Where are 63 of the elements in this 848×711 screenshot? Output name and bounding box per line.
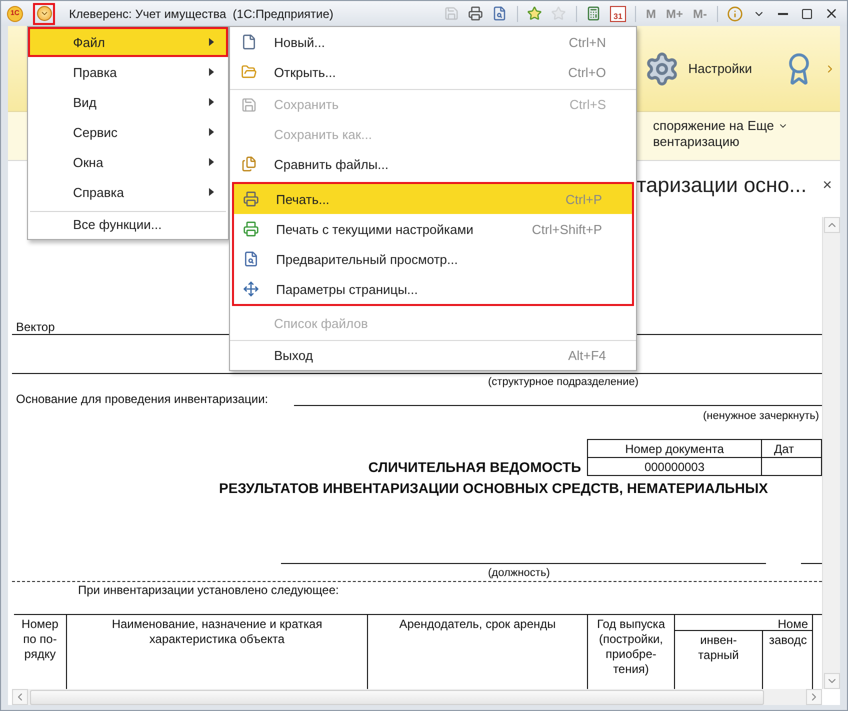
document-title: СЛИЧИТЕЛЬНАЯ ВЕДОМОСТЬ (367, 459, 581, 476)
menu-item[interactable]: Параметры страницы... (234, 274, 632, 304)
submenu-arrow-icon (209, 98, 214, 106)
submenu-arrow-icon (209, 188, 214, 196)
main-menu-button[interactable] (33, 2, 55, 24)
submenu-arrow-icon (209, 128, 214, 136)
command-button[interactable]: споряжение на вентаризацию (653, 118, 744, 150)
files-icon (241, 156, 257, 172)
scroll-left-button[interactable] (12, 689, 28, 705)
scroll-up-button[interactable] (824, 217, 840, 233)
organization-name: Вектор (15, 320, 55, 334)
preview-icon (492, 6, 508, 21)
menu-item[interactable]: Файл (28, 27, 228, 57)
vertical-scrollbar[interactable] (822, 217, 840, 689)
move-icon (243, 281, 259, 297)
menu-item[interactable]: Окна (28, 147, 228, 177)
menu-item[interactable]: Предварительный просмотр... (234, 244, 632, 274)
star-icon (551, 6, 566, 21)
more-button[interactable]: Еще (748, 118, 788, 134)
printer-icon (468, 6, 484, 21)
menu-orb-icon (36, 6, 52, 21)
menu-item[interactable]: Открыть... Ctrl+O (230, 57, 636, 87)
basis-label: Основание для проведения инвентаризации: (15, 392, 268, 406)
submenu-arrow-icon (209, 38, 214, 46)
printer-icon (243, 221, 259, 237)
menu-item[interactable]: Вид (28, 87, 228, 117)
calculator-icon (586, 6, 602, 21)
folder-icon (241, 64, 257, 80)
horizontal-scrollbar[interactable] (12, 689, 822, 705)
submenu-arrow-icon (209, 68, 214, 76)
menu-item[interactable]: Сервис (28, 117, 228, 147)
save-icon (241, 96, 257, 112)
caption-text: (ненужное зачеркнуть) (703, 410, 819, 422)
column-header: Номе (675, 615, 813, 631)
caption-text: (структурное подразделение) (487, 376, 639, 388)
document-icon (241, 34, 257, 50)
form-title: таризации осно... (636, 174, 807, 198)
section-label[interactable]: Настройки (688, 61, 752, 76)
menu-item[interactable]: Правка (28, 57, 228, 87)
menu-item[interactable]: Сравнить файлы... (230, 149, 636, 179)
scroll-right-button[interactable] (806, 689, 822, 705)
info-icon (727, 6, 743, 22)
menu-item[interactable]: Новый... Ctrl+N (230, 27, 636, 57)
scroll-down-button[interactable] (824, 673, 840, 689)
star-icon (527, 6, 542, 21)
menu-item[interactable]: Печать с текущими настройками Ctrl+Shift+P (234, 214, 632, 244)
printer-icon (243, 191, 259, 207)
document-subtitle: РЕЗУЛЬТАТОВ ИНВЕНТАРИЗАЦИИ ОСНОВНЫХ СРЕДСТВ, НЕМАТЕРИАЛЬНЫХ (218, 480, 768, 496)
menu-item[interactable]: Печать... Ctrl+P (234, 184, 632, 214)
window-title: Клеверенс: Учет имущества (1С:Предприятие) (69, 6, 334, 20)
maximize-icon (801, 8, 813, 20)
submenu-arrow-icon (209, 158, 214, 166)
form-close-button[interactable]: × (822, 177, 832, 195)
preview-icon (243, 251, 259, 267)
document-text: При инвентаризации установлено следующее: (77, 583, 339, 597)
calendar-button[interactable]: 31 (608, 4, 628, 24)
menu-item[interactable]: Выход Alt+F4 (230, 340, 636, 370)
table-header: Номер документа (588, 440, 762, 458)
caption-text: (должность) (487, 567, 550, 579)
table-cell: 000000003 (588, 458, 762, 475)
menu-item[interactable]: Справка (28, 177, 228, 207)
save-icon (444, 6, 460, 21)
minimize-icon (778, 12, 788, 14)
